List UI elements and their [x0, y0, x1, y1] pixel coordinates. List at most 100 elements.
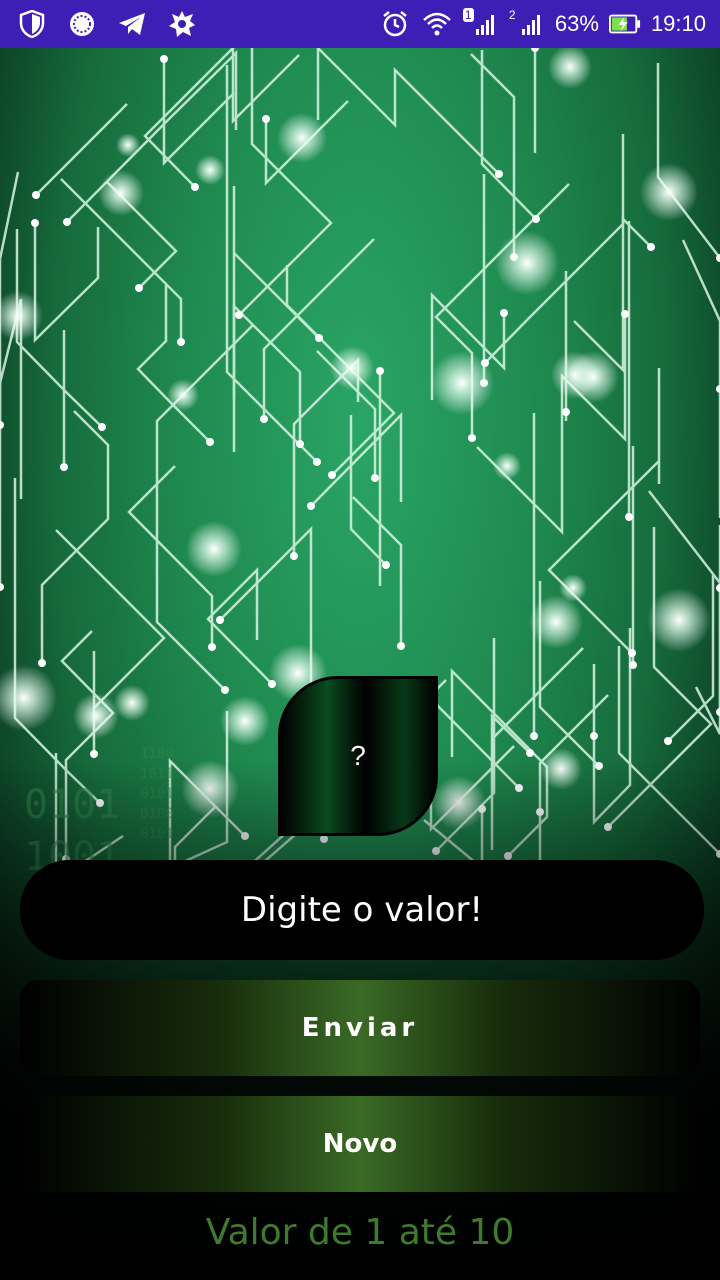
circuit-node	[235, 311, 243, 319]
circuit-node	[590, 732, 598, 740]
circuit-node	[526, 749, 534, 757]
light-glow	[495, 231, 559, 295]
light-glow	[548, 48, 592, 89]
status-bar: 1 2 63% 19:10	[0, 0, 720, 48]
circuit-trace	[310, 411, 403, 507]
light-glow	[0, 291, 43, 341]
circuit-node	[63, 218, 71, 226]
battery-percent: 63%	[554, 11, 599, 36]
circuit-node	[495, 170, 503, 178]
circuit-node	[647, 243, 655, 251]
light-glow	[220, 696, 270, 746]
light-glow	[116, 133, 140, 157]
circuit-node	[621, 310, 629, 318]
light-glow	[167, 379, 199, 411]
circuit-node	[216, 616, 224, 624]
circuit-node	[296, 440, 304, 448]
circuit-node	[260, 415, 268, 423]
new-button-label: Novo	[322, 1129, 398, 1159]
light-glow	[430, 351, 494, 415]
shield-icon	[16, 8, 48, 40]
circuit-node	[177, 338, 185, 346]
result-value: ?	[350, 740, 366, 771]
circuit-node	[562, 408, 570, 416]
circuit-node	[313, 458, 321, 466]
clock: 19:10	[650, 11, 706, 36]
circuit-node	[60, 463, 68, 471]
circuit-node	[0, 421, 4, 429]
light-glow	[330, 346, 374, 390]
circuit-trace	[681, 239, 720, 518]
result-display: ?	[278, 676, 438, 836]
antivirus-icon	[166, 8, 198, 40]
dial-icon	[66, 8, 98, 40]
circuit-node	[206, 438, 214, 446]
light-glow	[114, 685, 150, 721]
circuit-node	[532, 215, 540, 223]
circuit-trace	[352, 496, 403, 646]
circuit-node	[262, 115, 270, 123]
light-glow	[73, 693, 119, 739]
light-glow	[493, 452, 521, 480]
circuit-trace	[155, 324, 254, 691]
sim1-label: 1	[462, 8, 474, 22]
circuit-node	[290, 552, 298, 560]
wifi-icon	[421, 8, 453, 40]
circuit-node	[376, 367, 384, 375]
circuit-trace	[136, 285, 211, 443]
circuit-node	[531, 48, 539, 52]
circuit-node	[328, 471, 336, 479]
circuit-node	[98, 423, 106, 431]
circuit-trace	[206, 566, 273, 685]
alarm-icon	[379, 8, 411, 40]
circuit-trace	[33, 223, 100, 343]
circuit-node	[716, 708, 720, 716]
circuit-node	[716, 385, 720, 393]
light-glow	[186, 521, 242, 577]
circuit-node	[468, 434, 476, 442]
circuit-node	[716, 584, 720, 592]
circuit-trace	[162, 59, 235, 167]
circuit-node	[629, 661, 637, 669]
send-button[interactable]: Enviar	[20, 980, 700, 1076]
circuit-node	[221, 686, 229, 694]
circuit-node	[625, 513, 633, 521]
circuit-node	[500, 309, 508, 317]
circuit-node	[530, 732, 538, 740]
telegram-icon	[116, 8, 148, 40]
sim2-label: 2	[508, 8, 516, 22]
range-hint: Valor de 1 até 10	[205, 1212, 515, 1253]
light-glow	[0, 665, 57, 731]
light-glow	[277, 113, 327, 163]
circuit-trace	[232, 302, 302, 444]
battery-charging-icon	[608, 8, 641, 40]
light-glow	[98, 170, 144, 216]
signal-sim2-icon: 2	[509, 8, 545, 40]
circuit-node	[664, 737, 672, 745]
circuit-trace	[470, 53, 516, 257]
circuit-trace	[316, 48, 500, 175]
light-glow	[647, 588, 711, 652]
send-button-label: Enviar	[301, 1013, 419, 1043]
circuit-node	[382, 561, 390, 569]
circuit-trace	[480, 50, 537, 220]
circuit-trace	[573, 215, 652, 374]
circuit-node	[191, 183, 199, 191]
circuit-node	[208, 643, 216, 651]
circuit-node	[135, 284, 143, 292]
light-glow	[529, 595, 583, 649]
circuit-node	[307, 502, 315, 510]
circuit-node	[32, 191, 40, 199]
circuit-node	[628, 649, 636, 657]
circuit-node	[38, 659, 46, 667]
light-glow	[640, 163, 698, 221]
circuit-node	[0, 583, 4, 591]
value-input[interactable]	[20, 860, 704, 960]
circuit-node	[315, 334, 323, 342]
light-glow	[567, 351, 619, 403]
circuit-trace	[13, 478, 101, 804]
circuit-node	[90, 750, 98, 758]
circuit-node	[397, 642, 405, 650]
new-button[interactable]: Novo	[20, 1096, 700, 1192]
circuit-trace	[40, 410, 110, 663]
